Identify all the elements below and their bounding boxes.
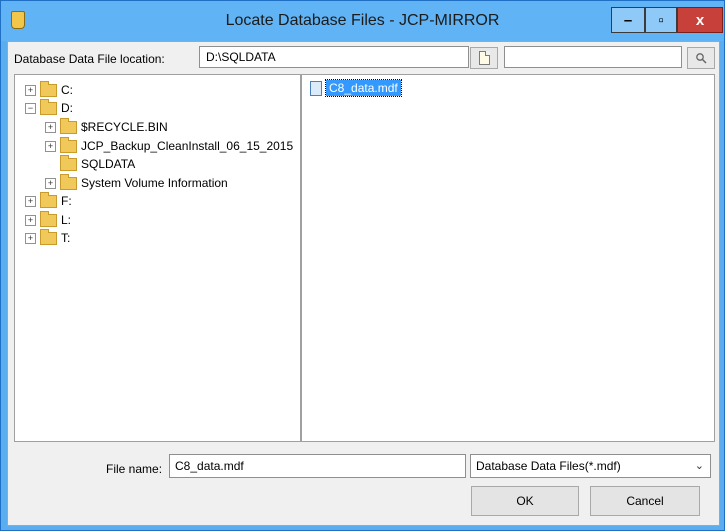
search-input[interactable]: [504, 46, 682, 68]
tree-node-label: $RECYCLE.BIN: [81, 120, 168, 134]
tree-node-sqldata[interactable]: SQLDATA: [45, 154, 136, 173]
tree-node-label: System Volume Information: [81, 176, 228, 190]
expand-icon[interactable]: +: [25, 232, 36, 244]
folder-icon: [40, 80, 57, 97]
folder-icon: [40, 191, 57, 208]
tree-node-label: T:: [61, 231, 71, 245]
expand-icon[interactable]: +: [45, 177, 56, 189]
folder-icon: [60, 154, 77, 171]
folder-icon: [60, 117, 77, 134]
dialog-window: Locate Database Files - JCP-MIRROR – ▫ x…: [0, 0, 725, 531]
file-type-value: Database Data Files(*.mdf): [476, 459, 621, 473]
title-bar[interactable]: Locate Database Files - JCP-MIRROR – ▫ x: [1, 1, 724, 41]
search-button[interactable]: [687, 47, 715, 69]
expand-icon[interactable]: +: [25, 84, 36, 96]
expand-icon[interactable]: +: [45, 140, 56, 152]
browse-button[interactable]: [470, 47, 498, 69]
tree-node-l[interactable]: + L:: [25, 210, 72, 229]
expand-icon[interactable]: +: [45, 121, 56, 133]
magnifier-icon: [696, 53, 707, 64]
minimize-button[interactable]: –: [611, 7, 645, 33]
file-type-select[interactable]: Database Data Files(*.mdf) ⌄: [470, 454, 711, 478]
folder-icon: [60, 173, 77, 190]
ok-button[interactable]: OK: [471, 486, 579, 516]
tree-node-label: L:: [61, 213, 72, 227]
file-item-label: C8_data.mdf: [325, 79, 402, 97]
file-icon: [310, 80, 322, 96]
tree-node-label: JCP_Backup_CleanInstall_06_15_2015: [81, 139, 294, 153]
folder-icon: [40, 98, 57, 115]
location-input[interactable]: D:\SQLDATA: [199, 46, 469, 68]
chevron-down-icon: ⌄: [694, 460, 704, 472]
file-name-input[interactable]: C8_data.mdf: [169, 454, 466, 478]
folder-icon: [60, 136, 77, 153]
expand-icon[interactable]: +: [25, 195, 36, 207]
document-icon: [478, 51, 490, 65]
folder-icon: [40, 228, 57, 245]
maximize-button[interactable]: ▫: [645, 7, 677, 33]
tree-node-label: C:: [61, 83, 73, 97]
tree-node-label: SQLDATA: [81, 157, 136, 171]
file-item[interactable]: C8_data.mdf: [310, 79, 402, 97]
tree-node-system-volume-information[interactable]: + System Volume Information: [45, 173, 228, 192]
tree-node-label: F:: [61, 194, 72, 208]
expand-icon[interactable]: +: [25, 214, 36, 226]
tree-node-d[interactable]: − D:: [25, 98, 73, 117]
tree-node-c[interactable]: + C:: [25, 80, 73, 99]
file-name-label: File name:: [106, 462, 163, 476]
location-label: Database Data File location:: [14, 52, 165, 66]
cancel-button[interactable]: Cancel: [590, 486, 700, 516]
dialog-client-area: Database Data File location: D:\SQLDATA …: [7, 41, 720, 526]
tree-node-t[interactable]: + T:: [25, 228, 71, 247]
tree-node-recycle-bin[interactable]: + $RECYCLE.BIN: [45, 117, 168, 136]
close-button[interactable]: x: [677, 7, 723, 33]
folder-tree[interactable]: + C: − D: + $RECYCLE.BIN + JCP_Backup_Cl…: [14, 74, 301, 442]
tree-node-f[interactable]: + F:: [25, 191, 72, 210]
file-list[interactable]: C8_data.mdf: [301, 74, 715, 442]
collapse-icon[interactable]: −: [25, 102, 36, 114]
tree-node-label: D:: [61, 101, 73, 115]
tree-node-jcp-backup[interactable]: + JCP_Backup_CleanInstall_06_15_2015: [45, 136, 294, 155]
folder-icon: [40, 210, 57, 227]
